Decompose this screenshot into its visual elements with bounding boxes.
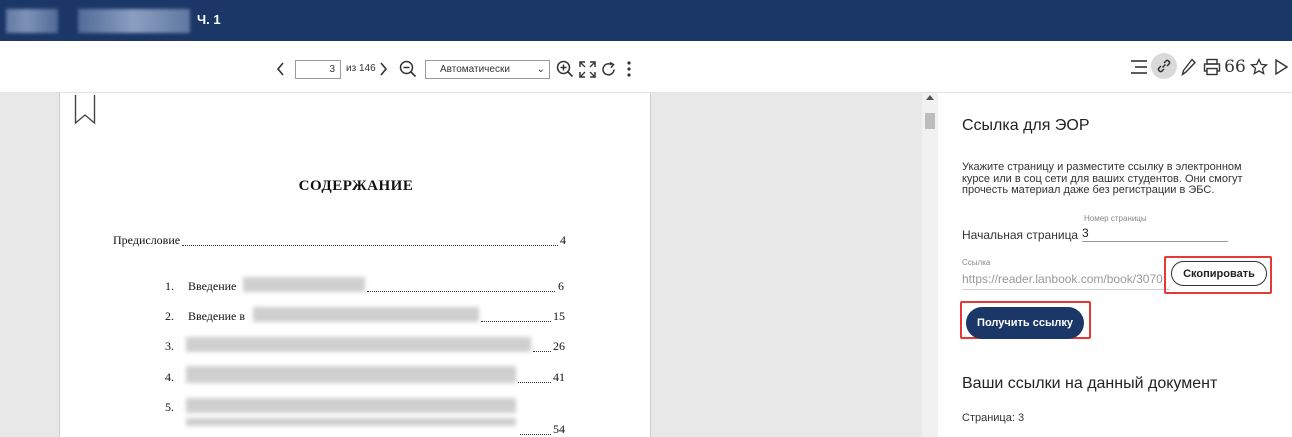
saved-link-page: Страница: 3 [962,412,1025,424]
scroll-up-icon[interactable] [926,95,934,100]
redacted-text [186,418,516,426]
redacted-text [253,307,479,322]
zoom-select[interactable]: Автоматически ⌄ [425,60,550,79]
toc-dots [518,382,551,383]
toc-entry-number: 5. [165,400,174,414]
get-link-button[interactable]: Получить ссылку [966,307,1084,339]
panel-description: Укажите страницу и разместите ссылку в э… [962,161,1243,196]
redacted-title [78,9,190,33]
toc-dots [182,245,558,246]
link-field[interactable]: https://reader.lanbook.com/book/3070 [962,272,1170,286]
start-page-input[interactable]: 3 [1082,226,1228,242]
zoom-select-value: Автоматически [440,64,510,75]
more-vertical-icon[interactable] [622,59,636,79]
toc-dots [367,291,555,292]
toc-dots [533,351,551,352]
scroll-thumb[interactable] [925,113,935,129]
redacted-logo [6,9,58,33]
link-icon[interactable] [1151,53,1177,79]
panel-scrollbar[interactable] [922,93,938,437]
star-icon[interactable] [1248,56,1270,78]
chevron-down-icon: ⌄ [536,64,545,75]
links-heading: Ваши ссылки на данный документ [962,375,1218,392]
eor-link-panel: Ссылка для ЭОР Укажите страницу и размес… [938,93,1292,437]
zoom-in-icon[interactable] [555,59,575,79]
toc-entry-page: 26 [553,339,565,353]
redacted-text [186,398,516,413]
link-label: Ссылка [962,258,991,267]
toc-entry-number: 1. [165,279,174,293]
redacted-text [243,277,365,292]
toc-entry-page: 54 [553,422,565,436]
document-page: СОДЕРЖАНИЕ Предисловие 4 1. Введение 6 2… [59,93,651,437]
page-number-input[interactable]: 3 [295,60,341,79]
redacted-text [186,366,516,383]
page-number-label: Номер страницы [1084,214,1147,223]
chevron-left-icon[interactable] [272,59,288,79]
zoom-out-icon[interactable] [398,59,418,79]
toc-entry-page: 15 [553,309,565,323]
fullscreen-icon[interactable] [577,59,597,79]
toc-dots [520,434,551,435]
title-bar: Ч. 1 [0,0,1292,41]
copy-button[interactable]: Скопировать [1171,261,1267,286]
start-page-label: Начальная страница [962,228,1079,242]
page-count: из 146 [346,63,376,74]
rotate-icon[interactable] [598,59,618,79]
redacted-text [186,337,531,352]
toc-entry-number: 4. [165,370,174,384]
toc-entry-page: 6 [558,279,564,293]
list-icon[interactable] [1128,56,1150,78]
toc-dots [481,321,551,322]
document-title: Ч. 1 [197,12,221,27]
document-viewer[interactable]: СОДЕРЖАНИЕ Предисловие 4 1. Введение 6 2… [0,93,922,437]
panel-heading: Ссылка для ЭОР [962,117,1090,134]
toc-entry-number: 2. [165,309,174,323]
chevron-right-icon[interactable] [375,59,391,79]
quote-icon[interactable]: 66 [1224,56,1246,78]
toc-entry-text[interactable]: Введение [188,279,236,294]
toc-entry-page: 4 [560,233,566,247]
toc-entry-page: 41 [553,370,565,384]
print-icon[interactable] [1201,56,1223,78]
bookmark-icon[interactable] [74,95,96,130]
link-field-underline [962,289,1170,290]
toc-title: СОДЕРЖАНИЕ [298,178,414,194]
send-icon[interactable] [1272,56,1290,78]
toc-entry-text[interactable]: Предисловие [113,233,180,248]
viewer-toolbar: 3 из 146 Автоматически ⌄ 66 [0,41,1292,93]
toc-entry-text[interactable]: Введение в [188,309,245,324]
pen-icon[interactable] [1179,56,1199,78]
toc-entry-number: 3. [165,339,174,353]
